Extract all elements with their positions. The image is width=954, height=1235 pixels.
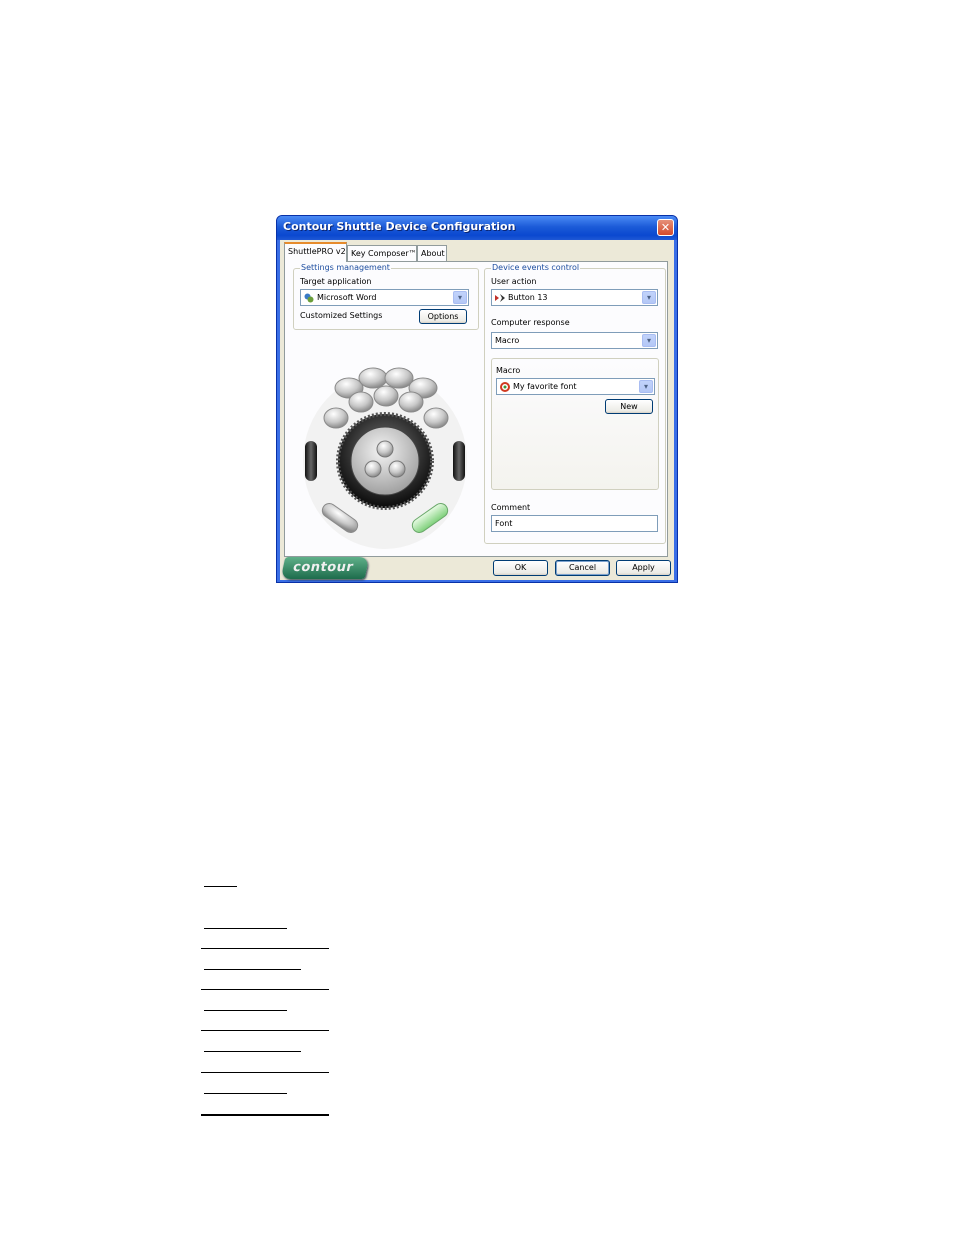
target-application-dropdown[interactable]: Microsoft Word ▾ bbox=[300, 289, 469, 306]
tab-panel: Settings management Target application M… bbox=[284, 261, 668, 557]
underline-mark bbox=[204, 886, 237, 887]
underline-mark bbox=[204, 1093, 287, 1094]
underline-mark bbox=[204, 1010, 287, 1011]
comment-field[interactable]: Font bbox=[491, 515, 658, 532]
macro-label: Macro bbox=[496, 366, 521, 375]
underline-mark bbox=[204, 928, 287, 929]
button-event-icon bbox=[495, 294, 505, 302]
underline-mark bbox=[201, 1114, 329, 1116]
dialog-window: Contour Shuttle Device Configuration ✕ S… bbox=[276, 215, 678, 583]
close-button[interactable]: ✕ bbox=[657, 219, 674, 236]
chevron-down-icon[interactable]: ▾ bbox=[639, 380, 653, 393]
user-action-dropdown[interactable]: Button 13 ▾ bbox=[491, 289, 658, 306]
tab-key-composer[interactable]: Key Composer™ bbox=[347, 245, 417, 261]
target-application-label: Target application bbox=[300, 277, 372, 286]
options-button[interactable]: Options bbox=[419, 309, 467, 324]
device-events-label: Device events control bbox=[491, 263, 581, 272]
macro-icon bbox=[500, 382, 510, 392]
underline-mark bbox=[201, 989, 329, 990]
contour-logo-text: contour bbox=[291, 560, 355, 575]
window-title: Contour Shuttle Device Configuration bbox=[283, 220, 516, 233]
underline-mark bbox=[204, 969, 301, 970]
chevron-down-icon[interactable]: ▾ bbox=[642, 334, 656, 347]
close-icon: ✕ bbox=[660, 221, 671, 234]
underline-mark bbox=[201, 1072, 329, 1073]
underline-mark bbox=[201, 948, 329, 949]
computer-response-label: Computer response bbox=[491, 318, 570, 327]
word-app-icon bbox=[304, 293, 314, 303]
ok-button[interactable]: OK bbox=[493, 560, 548, 576]
title-bar[interactable]: Contour Shuttle Device Configuration ✕ bbox=[277, 216, 677, 240]
cancel-button[interactable]: Cancel bbox=[555, 560, 610, 576]
tab-shuttlepro-v2[interactable]: ShuttlePRO v2 bbox=[284, 242, 347, 262]
underline-mark bbox=[201, 1030, 329, 1031]
underline-mark bbox=[204, 1051, 301, 1052]
computer-response-value: Macro bbox=[495, 336, 520, 345]
target-application-value: Microsoft Word bbox=[317, 293, 377, 302]
comment-label: Comment bbox=[491, 503, 531, 512]
tab-about[interactable]: About bbox=[417, 245, 447, 261]
dialog-client-area: ShuttlePRO v2 Key Composer™ About Settin… bbox=[280, 240, 674, 580]
computer-response-dropdown[interactable]: Macro ▾ bbox=[491, 332, 658, 349]
apply-button[interactable]: Apply bbox=[616, 560, 671, 576]
macro-value: My favorite font bbox=[513, 382, 577, 391]
user-action-label: User action bbox=[491, 277, 537, 286]
contour-logo: contour bbox=[280, 557, 370, 579]
macro-dropdown[interactable]: My favorite font ▾ bbox=[496, 378, 655, 395]
shuttle-device-image bbox=[303, 367, 467, 549]
customized-settings-label: Customized Settings bbox=[300, 311, 383, 320]
new-macro-button[interactable]: New bbox=[605, 399, 653, 414]
settings-management-label: Settings management bbox=[300, 263, 391, 272]
chevron-down-icon[interactable]: ▾ bbox=[642, 291, 656, 304]
chevron-down-icon[interactable]: ▾ bbox=[453, 291, 467, 304]
user-action-value: Button 13 bbox=[508, 293, 548, 302]
